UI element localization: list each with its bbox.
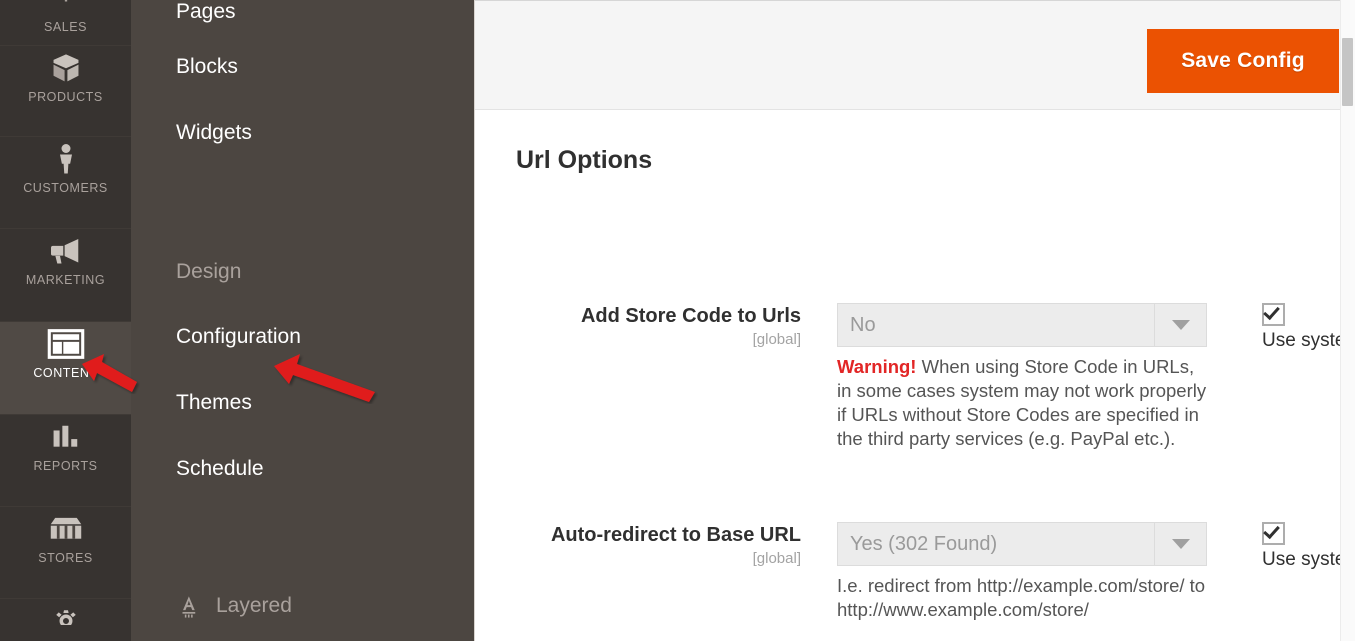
menu-item-label: Blocks xyxy=(176,55,238,79)
menu-item-label: Widgets xyxy=(176,121,252,145)
sidebar-item-label: REPORTS xyxy=(33,459,97,484)
menu-item-label: Schedule xyxy=(176,457,264,481)
field-scope: [global] xyxy=(475,550,801,567)
menu-item-pages[interactable]: Pages xyxy=(131,0,474,34)
content-icon xyxy=(0,322,131,366)
chevron-down-icon[interactable] xyxy=(1154,304,1206,346)
save-config-button[interactable]: Save Config xyxy=(1147,29,1339,93)
sidebar-item-stores[interactable]: STORES xyxy=(0,507,131,599)
menu-group-label: Layered xyxy=(216,594,292,618)
products-icon xyxy=(0,46,131,90)
page-actions-bar: Save Config xyxy=(475,0,1355,110)
menu-item-configuration[interactable]: Configuration xyxy=(131,304,474,370)
app-root: SALES PRODUCTS CUSTOMERS xyxy=(0,0,1355,641)
select-value: No xyxy=(838,314,876,337)
warning-label: Warning! xyxy=(837,356,916,377)
select-value: Yes (302 Found) xyxy=(838,533,997,556)
marketing-icon xyxy=(0,229,131,273)
page-title: Url Options xyxy=(475,110,1355,175)
primary-sidebar: SALES PRODUCTS CUSTOMERS xyxy=(0,0,131,641)
use-system-value-checkbox[interactable] xyxy=(1262,303,1285,326)
field-control-group: No Warning! When using Store Code in URL… xyxy=(837,303,1207,451)
note-text: I.e. redirect from http://example.com/st… xyxy=(837,575,1205,620)
field-note: Warning! When using Store Code in URLs, … xyxy=(837,355,1212,451)
primary-sidebar-clip-bottom xyxy=(0,599,131,625)
menu-item-label: Configuration xyxy=(176,325,301,349)
sales-icon xyxy=(0,0,131,20)
customers-icon xyxy=(0,137,131,181)
sidebar-item-customers[interactable]: CUSTOMERS xyxy=(0,137,131,229)
field-note: I.e. redirect from http://example.com/st… xyxy=(837,574,1212,622)
sidebar-item-label: PRODUCTS xyxy=(28,90,103,115)
field-label-group: Add Store Code to Urls [global] xyxy=(475,305,823,348)
menu-item-widgets[interactable]: Widgets xyxy=(131,100,474,166)
sidebar-item-label: MARKETING xyxy=(26,273,105,298)
vertical-scrollbar-thumb[interactable] xyxy=(1342,38,1353,106)
sidebar-item-system[interactable] xyxy=(0,599,131,625)
sidebar-item-marketing[interactable]: MARKETING xyxy=(0,229,131,322)
menu-item-blocks[interactable]: Blocks xyxy=(131,34,474,100)
menu-item-label: Themes xyxy=(176,391,252,415)
menu-group-label: Design xyxy=(176,260,241,284)
auto-redirect-select[interactable]: Yes (302 Found) xyxy=(837,522,1207,566)
sidebar-item-content[interactable]: CONTENT xyxy=(0,322,131,415)
menu-group-heading-layered: Layered xyxy=(131,574,474,638)
reports-icon xyxy=(0,415,131,459)
vertical-scrollbar-track[interactable] xyxy=(1340,0,1355,641)
menu-group-heading-design: Design xyxy=(131,240,474,304)
menu-item-label: Pages xyxy=(176,0,236,24)
main-content: Save Config Url Options Add Store Code t… xyxy=(475,0,1355,641)
sidebar-item-label: STORES xyxy=(38,551,92,576)
check-icon xyxy=(1263,303,1280,320)
sidebar-item-products[interactable]: PRODUCTS xyxy=(0,46,131,137)
menu-spacer xyxy=(131,166,474,240)
check-icon xyxy=(1263,522,1280,539)
field-label: Add Store Code to Urls xyxy=(475,305,801,327)
config-section-body: Url Options Add Store Code to Urls [glob… xyxy=(475,110,1355,640)
add-store-code-select[interactable]: No xyxy=(837,303,1207,347)
use-system-value-checkbox[interactable] xyxy=(1262,522,1285,545)
menu-item-themes[interactable]: Themes xyxy=(131,370,474,436)
menu-spacer xyxy=(131,502,474,574)
sidebar-item-sales[interactable]: SALES xyxy=(0,0,131,46)
sidebar-item-label: CUSTOMERS xyxy=(23,181,108,206)
field-control-group: Yes (302 Found) I.e. redirect from http:… xyxy=(837,522,1207,622)
field-label-group: Auto-redirect to Base URL [global] xyxy=(475,524,823,567)
sidebar-item-label: SALES xyxy=(44,20,87,45)
stores-icon xyxy=(0,507,131,551)
primary-sidebar-clip-top: SALES xyxy=(0,0,131,46)
field-label: Auto-redirect to Base URL xyxy=(475,524,801,546)
system-icon xyxy=(0,599,131,625)
layered-navigation-icon xyxy=(176,593,202,619)
secondary-menu-panel: Pages Blocks Widgets Design Configuratio… xyxy=(131,0,475,641)
menu-item-schedule[interactable]: Schedule xyxy=(131,436,474,502)
chevron-down-icon[interactable] xyxy=(1154,523,1206,565)
sidebar-item-reports[interactable]: REPORTS xyxy=(0,415,131,507)
sidebar-item-label: CONTENT xyxy=(33,366,97,391)
field-scope: [global] xyxy=(475,331,801,348)
